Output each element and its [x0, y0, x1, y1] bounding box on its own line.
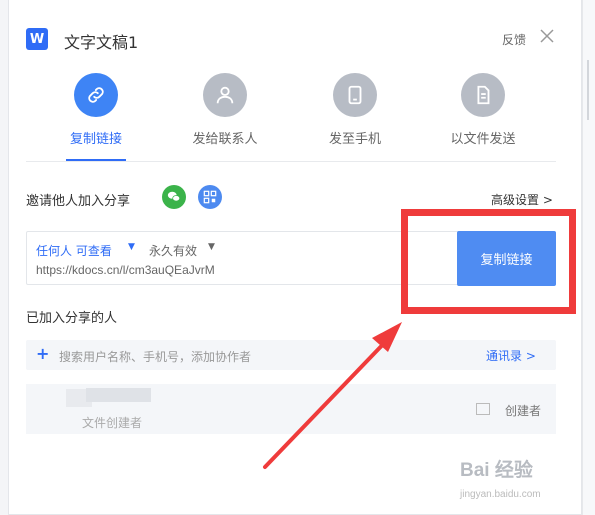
members-label: 已加入分享的人: [26, 311, 118, 326]
wechat-icon: [167, 191, 181, 202]
tab-label: 发至手机: [328, 132, 381, 147]
tab-label: 发给联系人: [192, 132, 258, 147]
advanced-settings-link[interactable]: 高级设置 >: [491, 191, 553, 208]
wechat-share-button[interactable]: [162, 185, 186, 209]
invite-row: 邀请他人加入分享 高级设置 >: [26, 182, 556, 212]
plus-icon: +: [36, 344, 50, 363]
active-tab-indicator: [66, 159, 126, 161]
watermark-brand: Bai 经验: [460, 460, 533, 481]
annotation-highlight-box: [401, 209, 576, 314]
tab-send-as-file[interactable]: 以文件发送: [428, 70, 538, 160]
collaborator-search[interactable]: + 搜索用户名称、手机号，添加协作者 通讯录 >: [26, 340, 556, 370]
member-row: 文件创建者 创建者: [26, 384, 556, 434]
link-icon: [74, 73, 118, 117]
tabs-divider: [26, 161, 556, 162]
background-right: [582, 0, 595, 515]
caret-down-icon[interactable]: ▼: [208, 242, 215, 252]
member-subtitle: 文件创建者: [82, 416, 143, 430]
search-input[interactable]: 搜索用户名称、手机号，添加协作者: [59, 348, 251, 365]
file-icon: [461, 73, 505, 117]
scrollbar-thumb[interactable]: [587, 60, 589, 120]
permission-dropdown[interactable]: 任何人 可查看: [36, 242, 112, 259]
watermark: Bai 经验 jingyan.baidu.com: [460, 455, 580, 510]
tab-copy-link[interactable]: 复制链接: [41, 70, 151, 160]
qrcode-share-button[interactable]: [198, 185, 222, 209]
role-icon: [476, 403, 490, 415]
qrcode-icon: [203, 190, 217, 204]
share-url[interactable]: https://kdocs.cn/l/cm3auQEaJvrM: [36, 263, 215, 277]
caret-down-icon[interactable]: ▼: [128, 242, 135, 252]
wps-writer-icon: W: [26, 28, 48, 50]
share-method-tabs: 复制链接 发给联系人 发至手机 以文件发送: [9, 70, 583, 162]
watermark-url: jingyan.baidu.com: [460, 489, 541, 500]
contacts-link[interactable]: 通讯录 >: [486, 347, 536, 364]
document-title: 文字文稿1: [64, 33, 139, 52]
app-icon-letter: W: [29, 31, 45, 47]
member-name-redacted: [86, 388, 151, 402]
expiry-dropdown[interactable]: 永久有效: [149, 242, 197, 259]
tab-label: 以文件发送: [450, 132, 516, 147]
member-role: 创建者: [505, 404, 542, 418]
invite-label: 邀请他人加入分享: [26, 194, 131, 209]
tab-send-to-phone[interactable]: 发至手机: [300, 70, 410, 160]
close-icon[interactable]: [539, 28, 555, 44]
person-icon: [203, 73, 247, 117]
phone-icon: [333, 73, 377, 117]
tab-label: 复制链接: [69, 132, 122, 147]
background-left: [0, 0, 8, 515]
feedback-link[interactable]: 反馈: [502, 31, 526, 48]
tab-send-to-contact[interactable]: 发给联系人: [170, 70, 280, 160]
title-bar: W 文字文稿1 反馈: [9, 0, 583, 70]
